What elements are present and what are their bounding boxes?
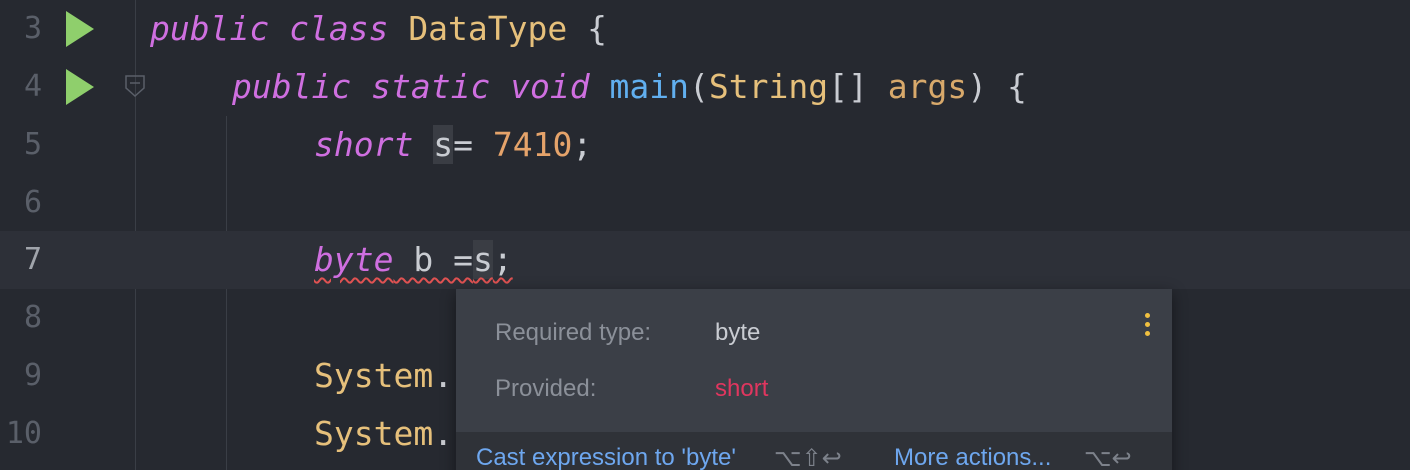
- class-name: System: [314, 356, 434, 395]
- provided-type-value: short: [715, 375, 769, 402]
- dot: .: [433, 414, 454, 453]
- keyword-error[interactable]: byte: [314, 240, 393, 279]
- code-text: public class DataType {: [150, 0, 607, 58]
- keyword: static: [371, 67, 491, 106]
- required-type-label: Required type:: [495, 319, 652, 346]
- code-text: System.: [314, 347, 453, 405]
- line-number: 9: [23, 358, 42, 393]
- code-editor[interactable]: 3 public class DataType { 4 public stati…: [0, 0, 1410, 470]
- semicolon: ;: [572, 125, 593, 164]
- paren-brace: ) {: [967, 67, 1027, 106]
- brace: {: [587, 9, 608, 48]
- quick-fix-bar: Cast expression to 'byte' ⌥⇧↩ More actio…: [456, 432, 1172, 470]
- variable-highlight: s: [433, 125, 454, 164]
- more-actions-shortcut: ⌥↩: [1084, 445, 1132, 470]
- line-number: 3: [23, 11, 42, 46]
- code-line[interactable]: 6: [0, 174, 1410, 232]
- dot: .: [433, 356, 454, 395]
- keyword: public: [232, 67, 352, 106]
- cast-shortcut: ⌥⇧↩: [774, 445, 842, 470]
- provided-type-row: Provided: short: [495, 373, 768, 405]
- code-text: System.: [314, 405, 453, 463]
- keyword: short: [314, 125, 414, 164]
- line-number: 10: [5, 416, 42, 451]
- class-name: String: [708, 67, 829, 106]
- run-icon[interactable]: [66, 69, 94, 105]
- code-line[interactable]: 3 public class DataType {: [0, 0, 1410, 58]
- kebab-menu-icon[interactable]: [1142, 313, 1152, 339]
- provided-type-label: Provided:: [495, 375, 597, 402]
- required-type-row: Required type: byte: [495, 317, 760, 349]
- code-line[interactable]: 4 public static void main(String[] args)…: [0, 58, 1410, 116]
- keyword: class: [289, 9, 389, 48]
- error-tooltip: Required type: byte Provided: short Cast e…: [456, 289, 1172, 470]
- keyword: public: [150, 9, 270, 48]
- cast-expression-action[interactable]: Cast expression to 'byte': [476, 444, 736, 470]
- line-number: 8: [23, 300, 42, 335]
- line-number: 7: [23, 242, 42, 277]
- required-type-value: byte: [715, 319, 761, 346]
- code-line[interactable]: 5 short s= 7410;: [0, 116, 1410, 174]
- code-text: public static void main(String[] args) {: [232, 58, 1027, 116]
- operator: =: [453, 125, 493, 164]
- paren: (: [689, 67, 709, 106]
- more-actions-link[interactable]: More actions...: [894, 444, 1051, 470]
- code-fragment: b =: [393, 240, 473, 279]
- run-icon[interactable]: [66, 11, 94, 47]
- line-number: 6: [23, 185, 42, 220]
- fold-marker-icon[interactable]: [124, 74, 146, 98]
- parameter: args: [887, 67, 968, 106]
- method-name: main: [609, 67, 690, 106]
- line-number: 4: [23, 69, 42, 104]
- line-number: 5: [23, 127, 42, 162]
- keyword: void: [510, 67, 590, 106]
- code-text: short s= 7410;: [314, 116, 592, 174]
- brackets: []: [828, 67, 888, 106]
- code-text: byte b =s;: [314, 231, 513, 289]
- semicolon: ;: [492, 240, 513, 279]
- class-name: System: [314, 414, 434, 453]
- number-literal: 7410: [492, 125, 573, 164]
- variable-highlight: s: [472, 240, 493, 279]
- code-line-current[interactable]: 7 byte b =s;: [0, 231, 1410, 289]
- class-name: DataType: [408, 9, 568, 48]
